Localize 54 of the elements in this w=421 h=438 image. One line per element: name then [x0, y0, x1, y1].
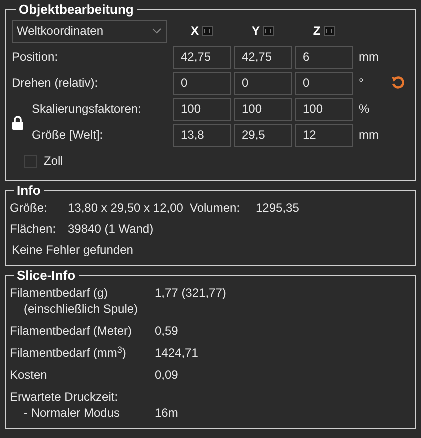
info-label: Flächen: [10, 220, 58, 238]
info-label: Volumen: [190, 200, 242, 216]
input-field[interactable]: 29,5 [234, 124, 292, 146]
input-field[interactable]: 100 [295, 98, 353, 120]
unit-label: mm [359, 127, 380, 144]
axis-label: Y [252, 23, 260, 40]
slice-label: Kosten [10, 367, 48, 383]
field-label: Skalierungsfaktoren: [32, 102, 142, 116]
slice-label: Erwartete Druckzeit: [10, 389, 120, 405]
group-title: Objektbearbeitung [18, 3, 135, 16]
slice-value: 0,09 [155, 367, 178, 383]
axis-label: X [190, 23, 199, 40]
input-field[interactable]: 42,75 [234, 46, 292, 68]
square-icon[interactable] [263, 26, 274, 36]
info-value: 13,80 x 29,50 x 12,00 [68, 200, 184, 216]
unit-label: ° [359, 75, 365, 92]
slice-sublabel: (einschließlich Spule) [23, 301, 140, 317]
checkbox-label: Zoll [44, 153, 64, 170]
axis-label: Z [313, 23, 321, 40]
slice-value: 1,77 (321,77) [155, 285, 226, 301]
input-field[interactable]: 100 [173, 98, 231, 120]
group-title: Slice-Info [16, 269, 77, 282]
square-icon[interactable] [324, 26, 335, 36]
input-field[interactable]: 100 [234, 98, 292, 120]
info-label: Größe: [10, 200, 48, 216]
input-field[interactable]: 12 [295, 124, 353, 146]
status-text: Keine Fehler gefunden [12, 242, 134, 258]
input-field[interactable]: 0 [173, 72, 231, 94]
unit-label: % [359, 101, 371, 118]
field-label: Position: [12, 50, 58, 64]
input-field[interactable]: 6 [295, 46, 353, 68]
field-label: Größe [Welt]: [32, 128, 104, 142]
reset-icon[interactable] [391, 75, 405, 91]
chevron-icon [152, 28, 162, 34]
checkbox[interactable] [24, 154, 37, 168]
slice-label: Filamentbedarf (g) [10, 285, 110, 301]
field-label: Drehen (relativ): [12, 76, 98, 90]
unit-label: mm [359, 49, 380, 66]
input-field[interactable]: 42,75 [173, 46, 231, 68]
slice-label: Filamentbedarf (mm$^{3}$) [10, 345, 128, 361]
input-field[interactable]: 0 [295, 72, 353, 94]
slice-value: 0,59 [155, 323, 178, 339]
coordinate-dropdown[interactable]: Weltkoordinaten [12, 20, 167, 42]
slice-value: 1424,71 [155, 345, 198, 361]
slice-label: Filamentbedarf (Meter) [10, 323, 134, 339]
slice-value: 16m [155, 405, 178, 421]
info-value: 39840 (1 Wand) [68, 220, 154, 238]
info-value: 1295,35 [256, 200, 300, 216]
slice-sublabel: - Normaler Modus [23, 405, 122, 421]
lock-icon[interactable] [12, 116, 24, 130]
input-field[interactable]: 13,8 [173, 124, 231, 146]
group-title: Info [16, 184, 42, 197]
input-field[interactable]: 0 [234, 72, 292, 94]
square-icon[interactable] [202, 26, 213, 36]
